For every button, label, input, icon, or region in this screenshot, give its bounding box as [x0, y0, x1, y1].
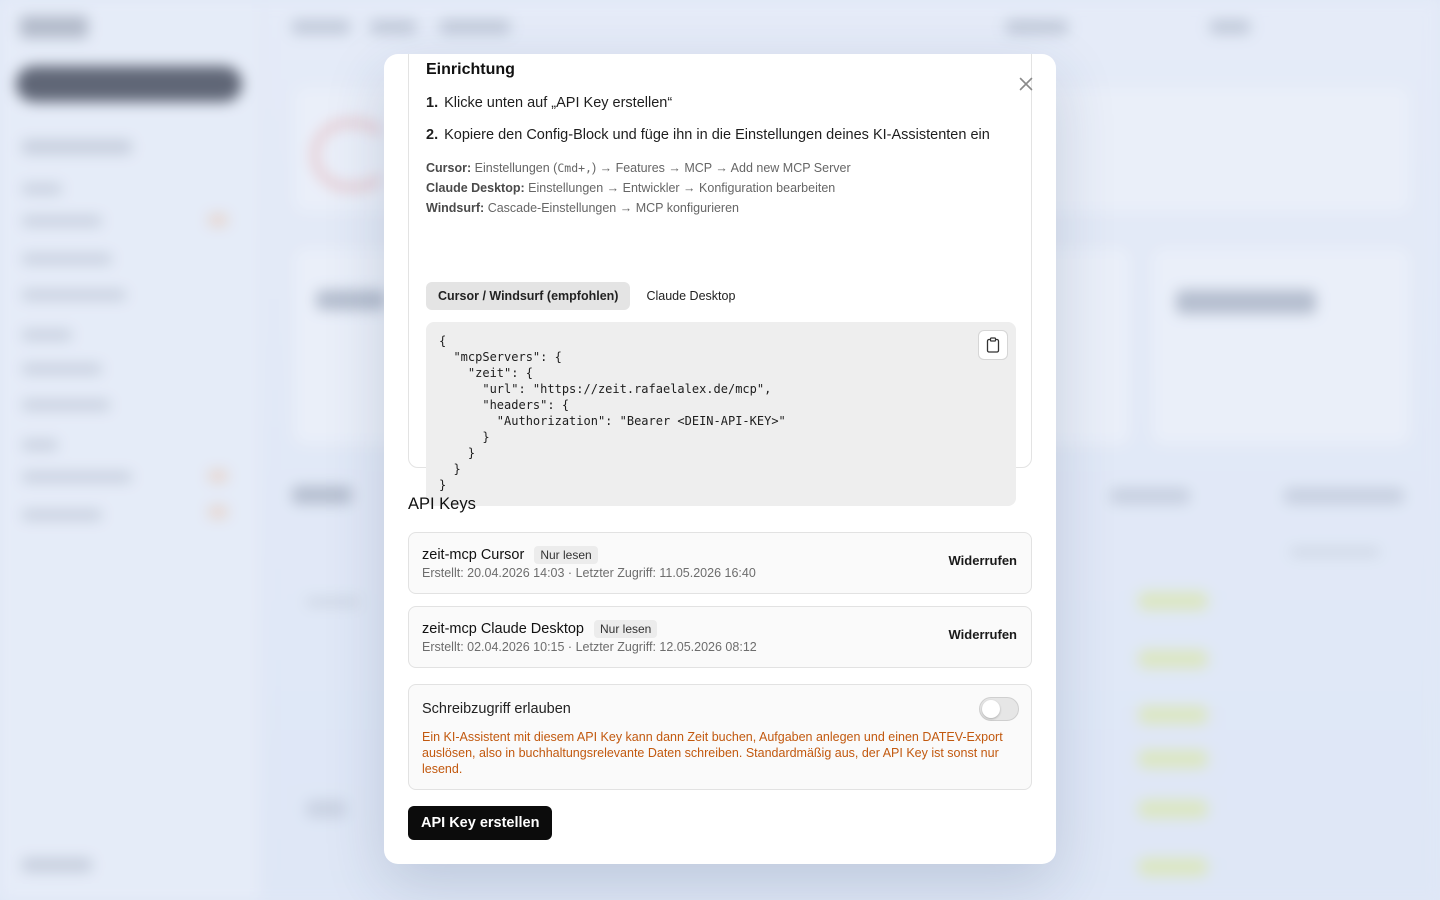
api-keys-modal: Einrichtung 1. Klicke unten auf „API Key …	[384, 54, 1056, 864]
step-text: Klicke unten auf „API Key erstellen“	[444, 95, 673, 111]
read-only-badge: Nur lesen	[534, 546, 598, 564]
hint-claude-desktop: Claude Desktop: Einstellungen → Entwickl…	[426, 181, 835, 195]
revoke-button[interactable]: Widerrufen	[949, 627, 1018, 642]
hint-label: Cursor:	[426, 161, 472, 175]
hint-text-post: ) → Features → MCP → Add new MCP Server	[591, 161, 851, 175]
api-key-name: zeit-mcp Cursor	[422, 547, 525, 563]
setup-title: Einrichtung	[426, 61, 515, 78]
write-access-warning: Ein KI-Assistent mit diesem API Key kann…	[422, 730, 1003, 776]
write-access-toggle[interactable]	[979, 697, 1019, 721]
config-tabs: Cursor / Windsurf (empfohlen) Claude Des…	[426, 282, 747, 310]
write-access-label: Schreibzugriff erlauben	[422, 701, 571, 717]
read-only-badge: Nur lesen	[594, 620, 658, 638]
step-number: 2.	[426, 127, 439, 143]
hint-windsurf: Windsurf: Cascade-Einstellungen → MCP ko…	[426, 201, 739, 215]
api-key-meta: Erstellt: 20.04.2026 14:03 · Letzter Zug…	[422, 566, 756, 580]
tab-claude-desktop[interactable]: Claude Desktop	[634, 282, 747, 310]
clipboard-icon	[986, 337, 1000, 353]
setup-card: Einrichtung 1. Klicke unten auf „API Key …	[408, 54, 1032, 506]
create-api-key-button[interactable]: API Key erstellen	[408, 806, 553, 840]
hint-text: Einstellungen → Entwickler → Konfigurati…	[528, 181, 836, 195]
hint-text-pre: Einstellungen (	[474, 161, 558, 175]
hint-shortcut: Cmd+,	[557, 161, 592, 175]
api-key-item: zeit-mcp Claude Desktop Nur lesen Erstel…	[408, 606, 1032, 668]
close-icon	[1019, 77, 1033, 91]
copy-button[interactable]	[978, 330, 1008, 360]
setup-step-2: 2. Kopiere den Config-Block und füge ihn …	[426, 127, 990, 143]
hint-cursor: Cursor: Einstellungen (Cmd+,) → Features…	[426, 161, 851, 175]
revoke-button[interactable]: Widerrufen	[949, 553, 1018, 568]
write-access-card: Schreibzugriff erlauben Ein KI-Assistent…	[408, 684, 1032, 790]
hint-text: Cascade-Einstellungen → MCP konfiguriere…	[487, 201, 739, 215]
config-code: { "mcpServers": { "zeit": { "url": "http…	[439, 334, 786, 492]
hint-label: Claude Desktop:	[426, 181, 525, 195]
api-key-meta: Erstellt: 02.04.2026 10:15 · Letzter Zug…	[422, 640, 757, 654]
toggle-knob	[982, 700, 1000, 718]
hint-label: Windsurf:	[426, 201, 485, 215]
api-key-header: zeit-mcp Cursor Nur lesen	[422, 546, 598, 564]
api-key-header: zeit-mcp Claude Desktop Nur lesen	[422, 620, 658, 638]
api-key-name: zeit-mcp Claude Desktop	[422, 621, 584, 637]
tab-cursor-windsurf[interactable]: Cursor / Windsurf (empfohlen)	[426, 282, 631, 310]
close-button[interactable]	[1016, 74, 1036, 94]
step-text: Kopiere den Config-Block und füge ihn in…	[444, 127, 990, 143]
api-keys-title: API Keys	[408, 495, 476, 513]
step-number: 1.	[426, 95, 439, 111]
config-code-block: { "mcpServers": { "zeit": { "url": "http…	[426, 322, 1016, 506]
api-key-item: zeit-mcp Cursor Nur lesen Erstellt: 20.0…	[408, 532, 1032, 594]
setup-step-1: 1. Klicke unten auf „API Key erstellen“	[426, 95, 672, 111]
